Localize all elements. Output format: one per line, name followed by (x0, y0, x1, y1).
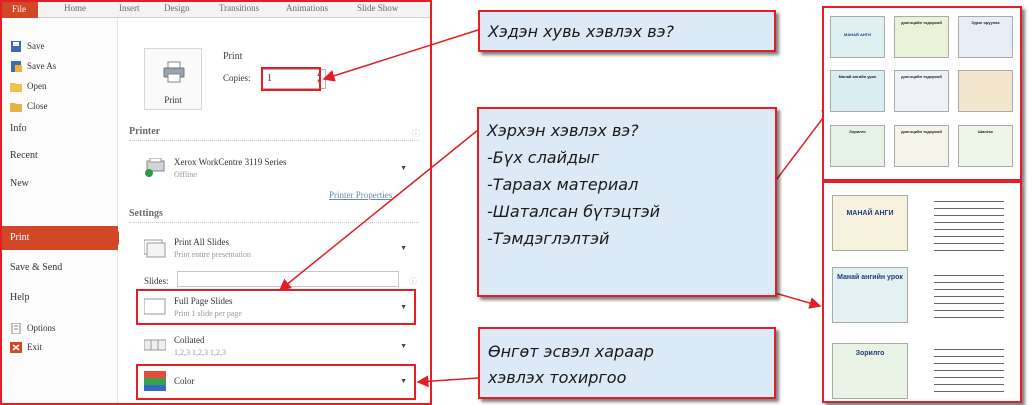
slide-thumbnail (958, 70, 1013, 112)
color-highlight (136, 364, 416, 400)
slide-thumbnail: дэлгэцийн тодорхой (894, 16, 949, 58)
slide-thumbnail: дэлгэцийн тодорхой (894, 125, 949, 167)
copies-highlight (261, 67, 321, 91)
slide-thumbnail: Манай ангийн урок (830, 70, 885, 112)
callout-print-what: Хэрхэн хэвлэх вэ? -Бүх слайдыг -Тараах м… (477, 107, 777, 297)
notes-slide-thumbnail: Манай ангийн урок (832, 267, 908, 323)
notes-lines (934, 349, 1004, 398)
notes-slide-thumbnail: МАНАЙ АНГИ (832, 195, 908, 251)
callout-copies: Хэдэн хувь хэвлэх вэ? (478, 10, 776, 52)
notes-lines (934, 201, 1004, 257)
slide-thumbnail: Зураг оруулах (958, 16, 1013, 58)
notes-lines (934, 275, 1004, 324)
callout-color: Өнгөт эсвэл хараар хэвлэх тохиргоо (478, 327, 776, 399)
screenshot-frame-highlight (0, 0, 432, 405)
notes-slide-thumbnail: Зорилго (832, 343, 908, 399)
handout-preview-panel: МАНАЙ АНГИ дэлгэцийн тодорхой Зураг оруу… (822, 6, 1022, 181)
slide-thumbnail: Шалгах (958, 125, 1013, 167)
layout-highlight (136, 289, 416, 325)
slide-thumbnail: Зорилго (830, 125, 885, 167)
notes-preview-panel: МАНАЙ АНГИ Манай ангийн урок Зорилго (822, 181, 1022, 403)
slide-thumbnail: МАНАЙ АНГИ (830, 16, 885, 58)
slide-thumbnail: дэлгэцийн тодорхой (894, 70, 949, 112)
